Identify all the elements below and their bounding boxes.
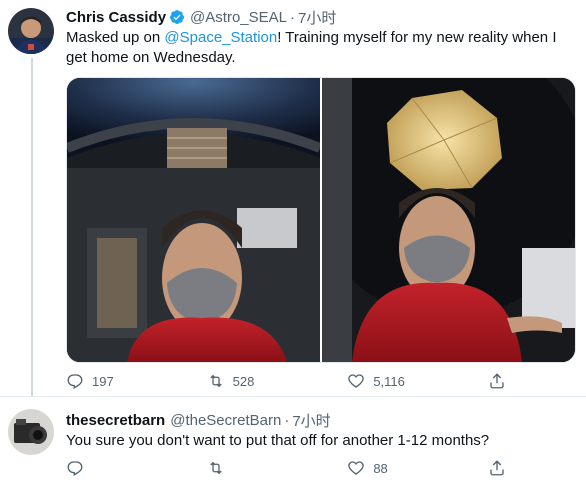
main-tweet[interactable]: Chris Cassidy @Astro_SEAL · 7小时 Masked u… (0, 0, 586, 396)
reply-actions: 88 (66, 459, 506, 477)
reply-header: thesecretbarn @theSecretBarn · 7小时 (66, 409, 331, 431)
author-avatar[interactable] (8, 8, 54, 54)
like-count: 5,116 (373, 373, 405, 389)
retweet-count: 528 (232, 373, 255, 389)
share-icon (490, 373, 504, 389)
tweet-actions: 197 528 5,116 (66, 372, 506, 390)
reply-icon (67, 461, 83, 476)
author-handle[interactable]: @Astro_SEAL (190, 9, 287, 26)
photo-left[interactable] (67, 78, 320, 362)
heart-icon (348, 461, 365, 475)
reply-button[interactable]: 197 (66, 372, 176, 390)
like-button[interactable]: 5,116 (347, 372, 457, 390)
reply-author-avatar[interactable] (8, 409, 54, 455)
mention-link[interactable]: @Space_Station (164, 29, 277, 46)
author-name[interactable]: Chris Cassidy (66, 9, 166, 26)
thread-connector-line (31, 58, 33, 396)
reply-author-name[interactable]: thesecretbarn (66, 412, 165, 429)
tweet-text-part-1: Masked up on (66, 29, 165, 46)
retweet-button[interactable]: 528 (207, 372, 317, 390)
share-icon (490, 460, 504, 476)
reply-share-button[interactable] (488, 459, 506, 477)
tweet-text: Masked up on @Space_Station! Training my… (66, 28, 566, 68)
retweet-icon (209, 461, 222, 475)
reply-like-count: 88 (373, 460, 388, 476)
reply-header-separator: · (284, 411, 290, 429)
tweet-timestamp[interactable]: 7小时 (298, 7, 336, 28)
reply-reply-button[interactable] (66, 459, 176, 477)
reply-count: 197 (92, 373, 114, 389)
reply-tweet[interactable]: thesecretbarn @theSecretBarn · 7小时 You s… (0, 397, 586, 484)
retweet-icon (209, 374, 222, 388)
reply-author-handle[interactable]: @theSecretBarn (170, 412, 281, 429)
tweet-media-grid (66, 77, 576, 363)
reply-like-button[interactable]: 88 (347, 459, 457, 477)
verified-badge-icon (170, 10, 185, 24)
header-separator: · (289, 8, 295, 26)
reply-text: You sure you don't want to put that off … (66, 432, 490, 449)
share-button[interactable] (488, 372, 506, 390)
reply-icon (67, 374, 83, 389)
heart-icon (348, 374, 365, 388)
reply-retweet-button[interactable] (207, 459, 317, 477)
reply-timestamp[interactable]: 7小时 (292, 410, 330, 431)
photo-right[interactable] (322, 78, 575, 362)
tweet-header: Chris Cassidy @Astro_SEAL · 7小时 (66, 6, 336, 28)
